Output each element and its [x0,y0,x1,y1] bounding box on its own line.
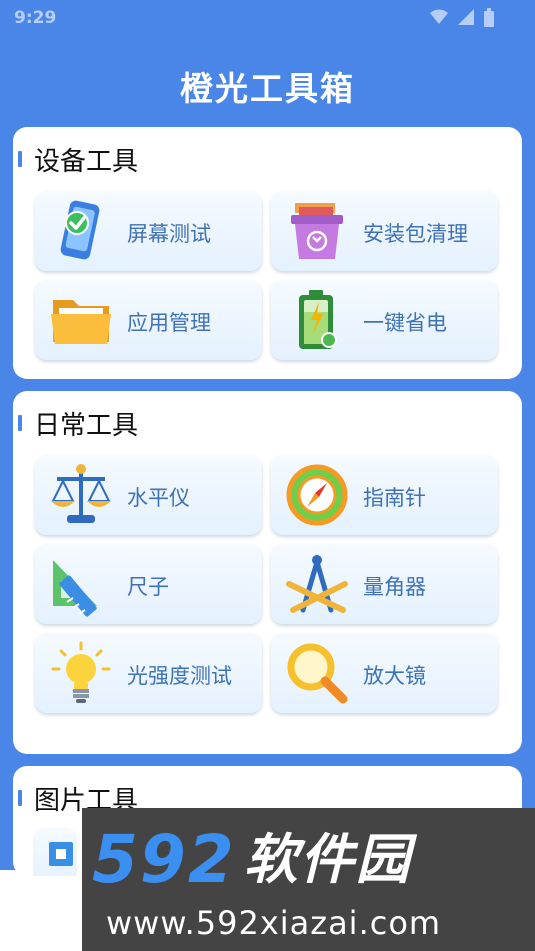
watermark-logo: 592 软件园 [92,826,532,894]
section-title: 设备工具 [34,147,139,177]
folder-icon [47,286,115,354]
tool-screen-test[interactable]: 屏幕测试 [35,191,262,271]
tool-package-cleaner[interactable]: 安装包清理 [271,191,498,271]
battery-icon [283,286,351,354]
phone-check-icon [47,197,115,265]
section-accent-bar [18,151,22,167]
section-accent-bar [18,790,22,806]
section-accent-bar [18,415,22,431]
watermark-numbers: 592 [92,821,236,898]
tool-label: 光强度测试 [127,664,232,688]
status-bar: 9:29 [0,0,535,36]
tool-compass[interactable]: 指南针 [271,455,498,535]
signal-icon [458,9,474,25]
tool-label: 量角器 [363,575,426,599]
section-daily-tools: 日常工具 水平仪 指南针 尺子 量角器 光强度测试 放大镜 [13,391,522,754]
image-tool-icon [49,842,73,866]
tool-label: 指南针 [363,486,426,510]
tool-label: 尺子 [127,575,169,599]
recycle-bin-icon [283,197,351,265]
tool-light-meter[interactable]: 光强度测试 [35,633,262,713]
status-icons [429,8,495,28]
tool-label: 一键省电 [363,311,447,335]
watermark-brand: 软件园 [243,828,412,891]
section-title: 日常工具 [34,411,139,441]
tool-app-manager[interactable]: 应用管理 [35,280,262,360]
tool-ruler[interactable]: 尺子 [35,544,262,624]
tool-label: 安装包清理 [363,222,468,246]
tool-level[interactable]: 水平仪 [35,455,262,535]
tool-label: 屏幕测试 [127,222,211,246]
status-time: 9:29 [14,8,57,28]
ruler-icon [47,550,115,618]
tool-label: 应用管理 [127,311,211,335]
battery-status-icon [484,8,494,27]
drafting-compass-icon [283,550,351,618]
tool-power-saver[interactable]: 一键省电 [271,280,498,360]
tool-image-partial[interactable] [35,828,75,876]
watermark-banner: 592 软件园 www.592xiazai.com [82,808,535,951]
tool-label: 放大镜 [363,664,426,688]
magnifier-icon [283,639,351,707]
watermark-url: www.592xiazai.com [106,904,442,942]
wifi-icon [430,9,448,24]
section-device-tools: 设备工具 屏幕测试 安装包清理 应用管理 一键省电 [13,127,522,379]
light-bulb-icon [47,639,115,707]
tool-protractor[interactable]: 量角器 [271,544,498,624]
balance-scale-icon [47,461,115,529]
tool-magnifier[interactable]: 放大镜 [271,633,498,713]
app-title: 橙光工具箱 [180,69,355,108]
tool-label: 水平仪 [127,486,190,510]
compass-icon [283,461,351,529]
